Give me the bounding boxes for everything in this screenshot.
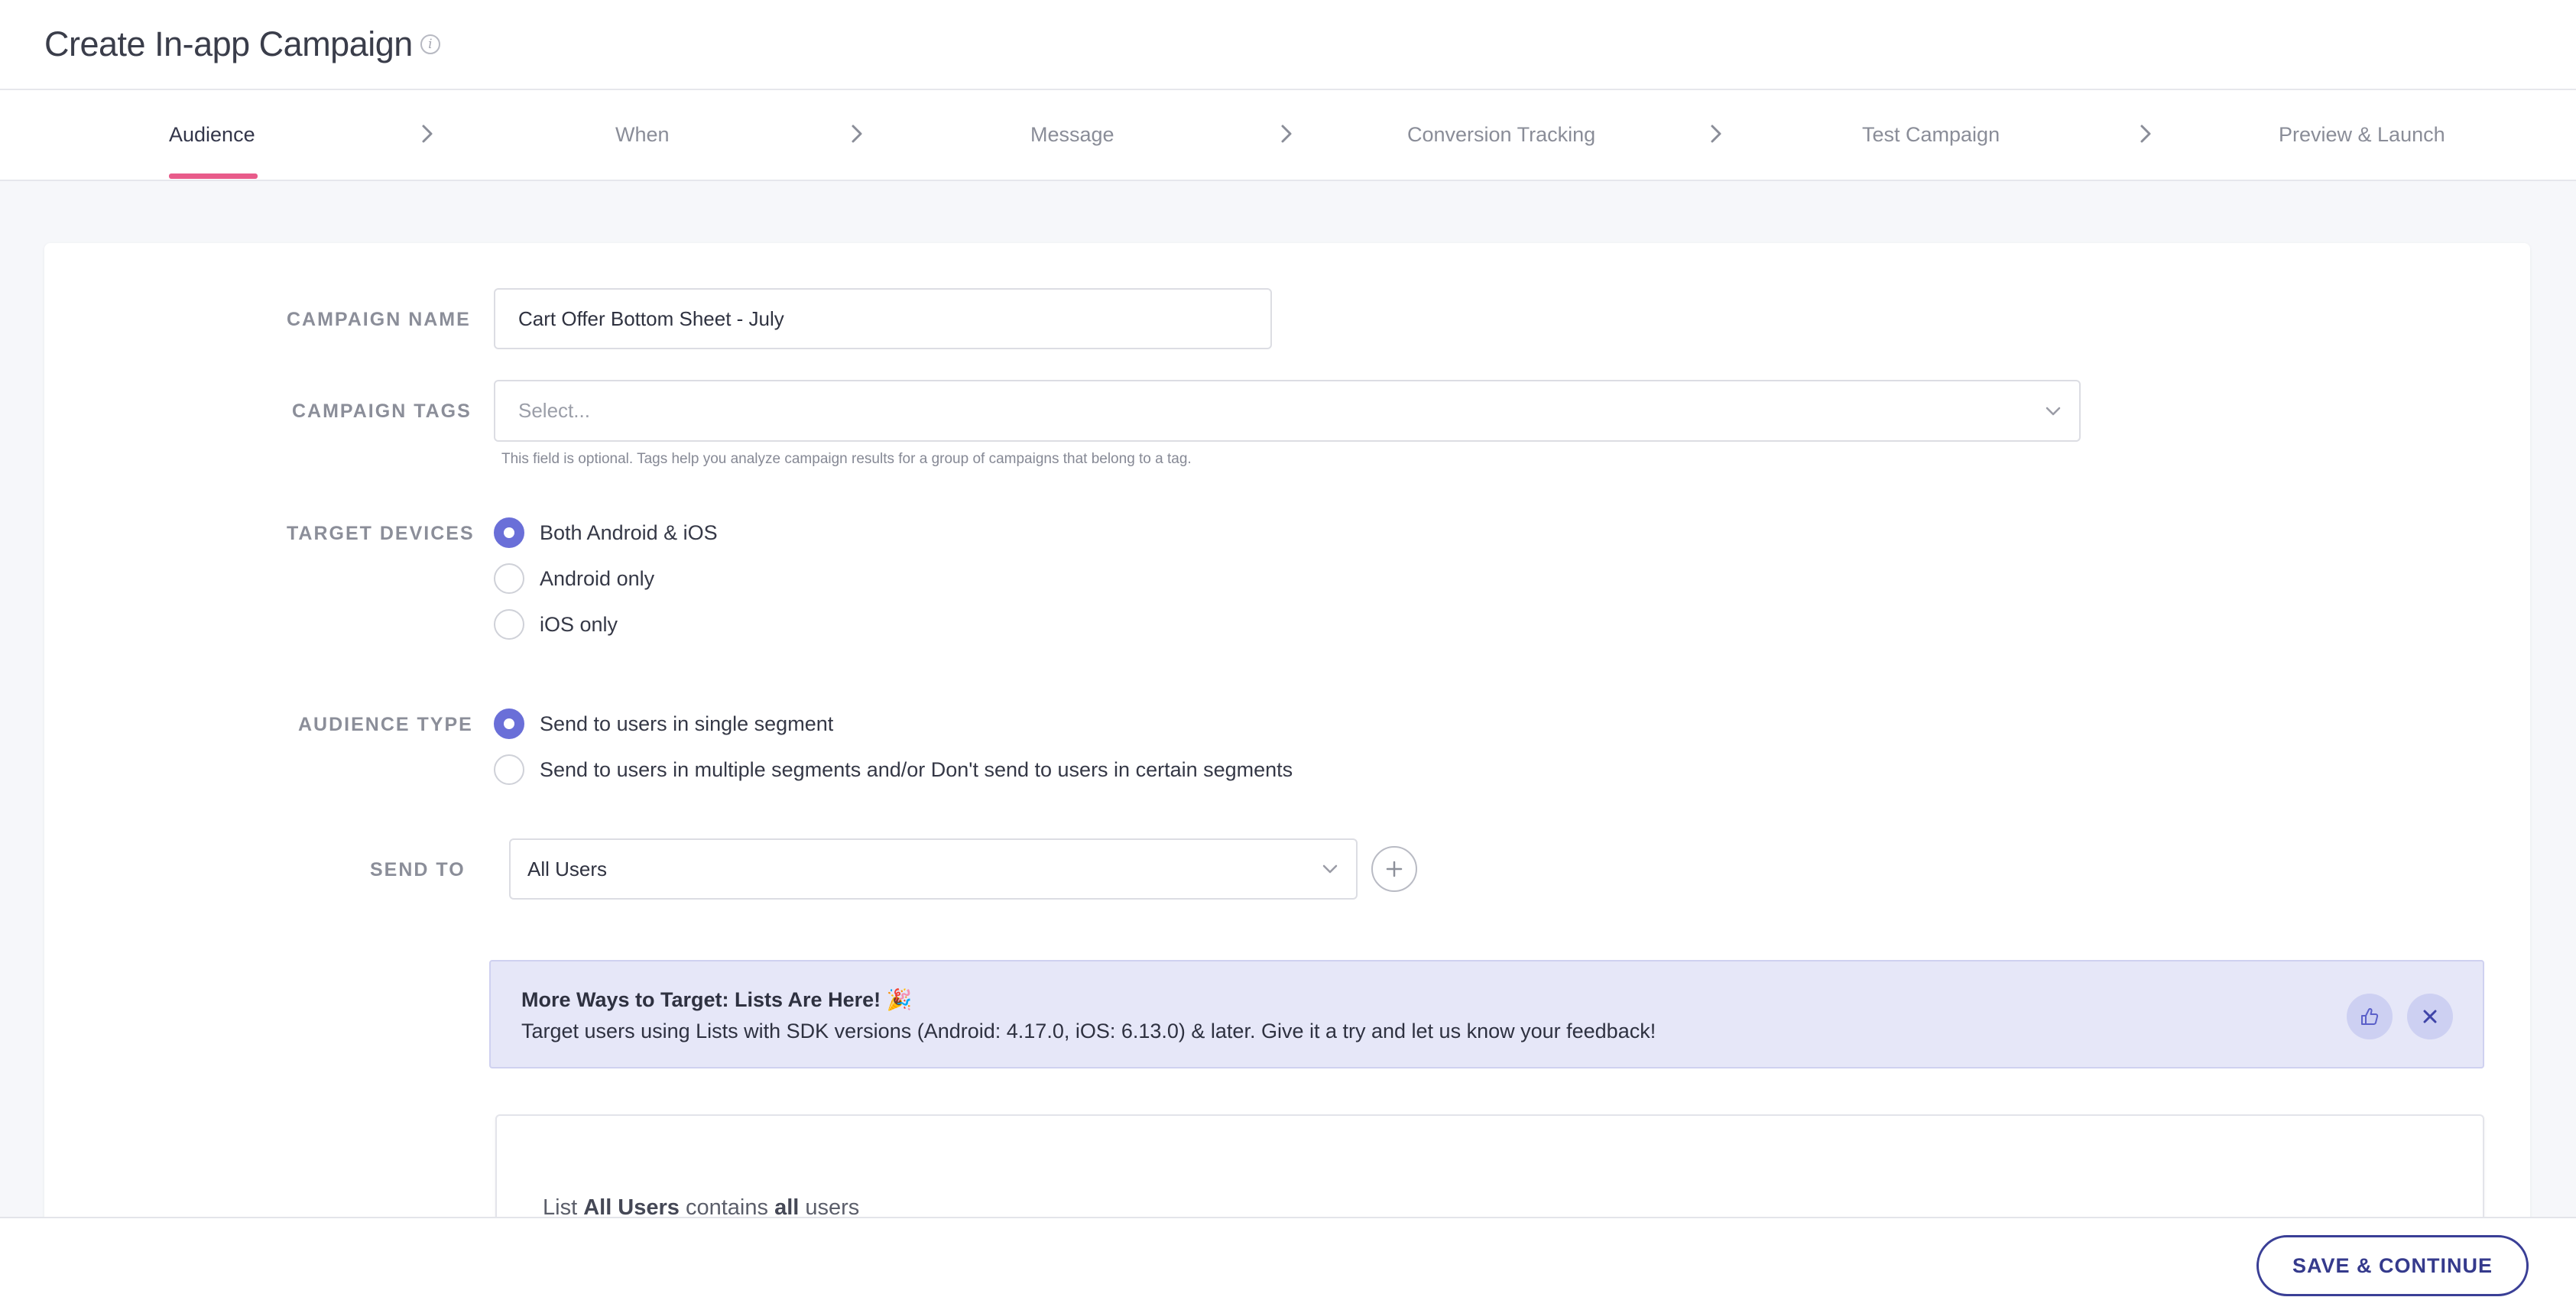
send-to-label: SEND TO (370, 859, 466, 880)
step-message[interactable]: Message (1030, 90, 1114, 180)
campaign-name-input[interactable]: Cart Offer Bottom Sheet - July (494, 288, 1272, 349)
radio-android-only[interactable]: Android only (494, 563, 654, 594)
app-root: Create In-app Campaign i Audience When M… (0, 0, 2576, 1310)
campaign-tags-select[interactable]: Select... (494, 380, 2081, 442)
radio-label: iOS only (540, 612, 618, 636)
step-conversion-tracking[interactable]: Conversion Tracking (1407, 90, 1595, 180)
campaign-tags-label: CAMPAIGN TAGS (292, 400, 472, 422)
chevron-right-icon (1273, 121, 1299, 147)
send-to-select[interactable]: All Users (509, 838, 1358, 900)
save-and-continue-button[interactable]: SAVE & CONTINUE (2256, 1235, 2529, 1296)
lists-announcement-banner: More Ways to Target: Lists Are Here! 🎉 T… (489, 960, 2484, 1068)
chevron-right-icon (844, 121, 870, 147)
campaign-tags-help: This field is optional. Tags help you an… (501, 451, 1192, 467)
campaign-tags-placeholder: Select... (518, 399, 590, 422)
radio-single-segment[interactable]: Send to users in single segment (494, 709, 833, 739)
campaign-name-label: CAMPAIGN NAME (287, 309, 471, 330)
step-label: Preview & Launch (2279, 123, 2445, 146)
chevron-down-icon (1321, 860, 1339, 878)
banner-title: More Ways to Target: Lists Are Here! 🎉 (521, 988, 913, 1011)
close-icon (2423, 1010, 2437, 1023)
thumbs-up-icon (2361, 1007, 2379, 1025)
banner-body: Target users using Lists with SDK versio… (521, 1020, 1656, 1042)
feedback-button[interactable] (2347, 994, 2393, 1039)
campaign-name-value: Cart Offer Bottom Sheet - July (518, 306, 784, 330)
active-step-indicator (169, 173, 258, 179)
plus-icon (1386, 861, 1403, 877)
step-test-campaign[interactable]: Test Campaign (1862, 90, 2000, 180)
audience-type-label: AUDIENCE TYPE (298, 714, 473, 735)
radio-button[interactable] (494, 709, 524, 739)
radio-label: Send to users in multiple segments and/o… (540, 757, 1293, 781)
step-label: When (615, 123, 670, 146)
radio-ios-only[interactable]: iOS only (494, 609, 618, 640)
chevron-right-icon (2133, 121, 2159, 147)
campaign-stepper: Audience When Message Conversion Trackin… (0, 90, 2576, 181)
step-label: Message (1030, 123, 1114, 146)
step-when[interactable]: When (615, 90, 670, 180)
step-audience[interactable]: Audience (169, 90, 255, 180)
radio-both-android-ios[interactable]: Both Android & iOS (494, 517, 718, 548)
radio-label: Send to users in single segment (540, 712, 834, 735)
radio-button[interactable] (494, 517, 524, 548)
page-header: Create In-app Campaign i (0, 0, 2576, 90)
footer-bar: SAVE & CONTINUE (0, 1217, 2576, 1310)
chevron-right-icon (1703, 121, 1729, 147)
info-circle-icon[interactable]: i (420, 34, 440, 54)
radio-button[interactable] (494, 609, 524, 640)
radio-label: Both Android & iOS (540, 520, 718, 544)
radio-button[interactable] (494, 563, 524, 594)
close-banner-button[interactable] (2407, 994, 2453, 1039)
radio-label: Android only (540, 566, 655, 590)
radio-button[interactable] (494, 754, 524, 785)
chevron-right-icon (414, 121, 440, 147)
add-segment-button[interactable] (1371, 846, 1417, 892)
step-label: Audience (169, 123, 255, 146)
target-devices-label: TARGET DEVICES (287, 523, 475, 544)
step-label: Test Campaign (1862, 123, 2000, 146)
radio-multiple-segments[interactable]: Send to users in multiple segments and/o… (494, 754, 1293, 785)
step-preview-launch[interactable]: Preview & Launch (2279, 90, 2445, 180)
step-label: Conversion Tracking (1407, 123, 1596, 146)
chevron-down-icon (2044, 402, 2062, 420)
page-title: Create In-app Campaign (44, 24, 413, 63)
send-to-value: All Users (527, 857, 608, 880)
